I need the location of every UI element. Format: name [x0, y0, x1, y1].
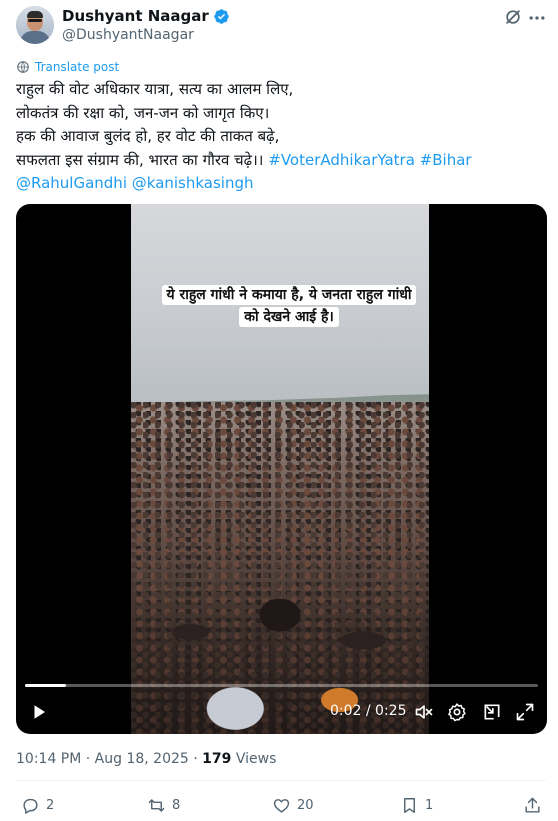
play-icon[interactable] — [30, 702, 48, 722]
translate-label[interactable]: Translate post — [35, 60, 119, 74]
repost-count: 8 — [172, 798, 181, 813]
like-button[interactable]: 20 — [272, 796, 314, 815]
avatar[interactable] — [16, 6, 54, 44]
fullscreen-icon[interactable] — [515, 702, 535, 722]
video-caption-line-1: ये राहुल गांधी ने कमाया है, ये जनता राहु… — [161, 285, 417, 305]
video-caption: ये राहुल गांधी ने कमाया है, ये जनता राहु… — [153, 284, 425, 328]
video-progress-bar[interactable] — [25, 684, 538, 687]
reply-button[interactable]: 2 — [21, 796, 54, 815]
author-name[interactable]: Dushyant Naagar — [62, 7, 209, 25]
author-name-row[interactable]: Dushyant Naagar — [62, 7, 230, 25]
author-handle[interactable]: @DushyantNaagar — [62, 27, 194, 43]
views-count: 179 — [202, 751, 232, 767]
reply-count: 2 — [46, 798, 55, 813]
video-caption-line-2: को देखने आई है। — [239, 307, 339, 327]
post-meta: 10:14 PM · Aug 18, 2025 · 179 Views — [16, 751, 276, 767]
post-text: राहुल की वोट अधिकार यात्रा, सत्य का आलम … — [16, 78, 546, 196]
reply-icon — [23, 798, 38, 814]
bookmark-icon — [404, 798, 415, 813]
bookmark-count: 1 — [425, 798, 434, 813]
post-line-3: हक की आवाज बुलंद हो, हर वोट की ताकत बढ़े… — [16, 127, 280, 145]
translate-icon — [17, 61, 29, 73]
video-player[interactable]: ये राहुल गांधी ने कमाया है, ये जनता राहु… — [16, 204, 547, 734]
post-line-2: लोकतंत्र की रक्षा को, जन-जन को जागृत किए… — [16, 103, 270, 122]
avatar-hair — [27, 11, 43, 18]
post-line-1: राहुल की वोट अधिकार यात्रा, सत्य का आलम … — [16, 80, 294, 98]
avatar-glasses — [28, 19, 42, 22]
like-count: 20 — [297, 798, 314, 813]
hashtag-voter-adhikar-yatra[interactable]: #VoterAdhikarYatra — [268, 151, 415, 169]
repost-button[interactable]: 8 — [147, 796, 180, 815]
translate-post-link[interactable]: Translate post — [16, 60, 119, 74]
pip-icon[interactable] — [482, 702, 502, 722]
hashtag-bihar[interactable]: #Bihar — [420, 151, 472, 169]
volume-muted-icon[interactable] — [414, 702, 434, 722]
post-header: Dushyant Naagar @DushyantNaagar — [0, 0, 558, 56]
views-label: Views — [231, 751, 277, 767]
mention-kanishkasingh[interactable]: @kanishkasingh — [132, 174, 254, 192]
settings-icon[interactable] — [447, 702, 467, 722]
avatar-shirt — [20, 31, 50, 44]
divider — [16, 780, 546, 781]
repost-icon — [148, 799, 165, 812]
grok-icon[interactable] — [503, 7, 523, 27]
video-time: 0:02 / 0:25 — [330, 703, 407, 719]
video-progress-fill — [25, 684, 67, 687]
like-icon — [273, 799, 290, 813]
more-icon[interactable] — [527, 8, 547, 28]
bookmark-button[interactable]: 1 — [400, 796, 433, 815]
post-line-4: सफलता इस संग्राम की, भारत का गौरव चढ़े।। — [16, 150, 269, 169]
action-bar: 2 8 20 1 — [0, 796, 558, 820]
share-button[interactable] — [523, 796, 542, 815]
share-icon — [525, 797, 540, 813]
mention-rahulgandhi[interactable]: @RahulGandhi — [16, 174, 127, 192]
post-timestamp[interactable]: 10:14 PM · Aug 18, 2025 · — [16, 751, 202, 767]
verified-badge-icon — [214, 8, 229, 24]
